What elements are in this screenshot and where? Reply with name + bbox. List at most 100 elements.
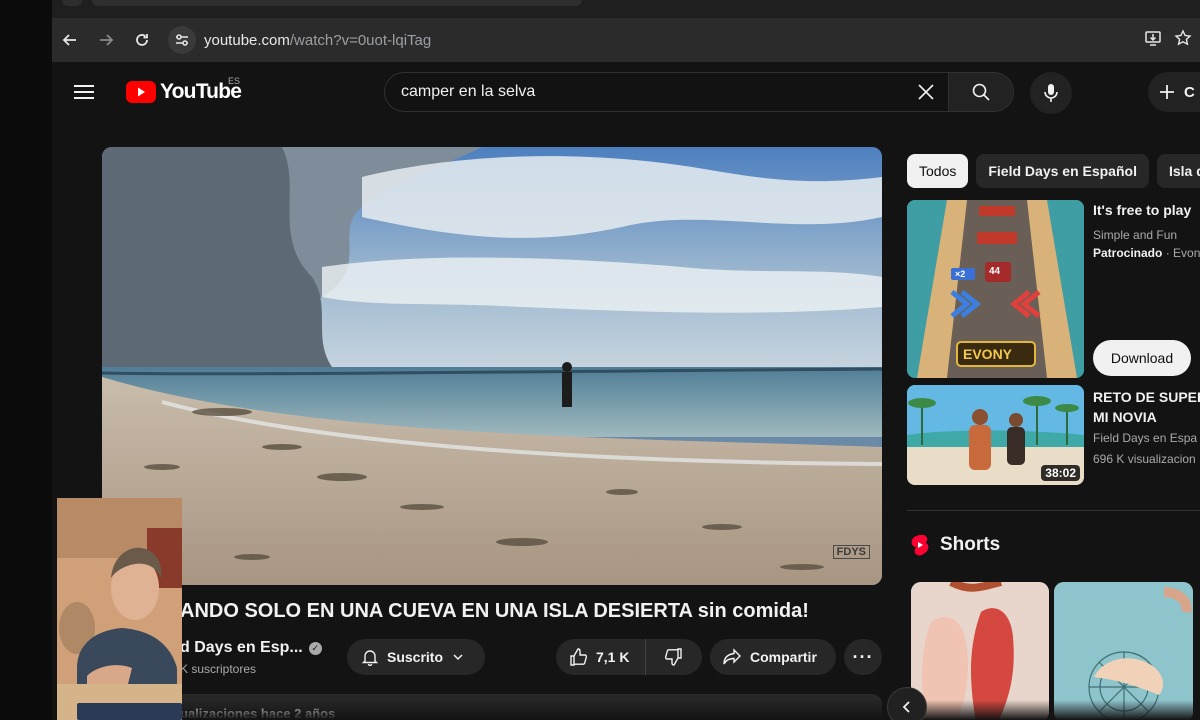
recommended-title-line1: RETO DE SUPER xyxy=(1093,389,1200,405)
close-icon xyxy=(918,84,934,100)
browser-tab-strip xyxy=(52,0,1200,18)
search-icon xyxy=(972,83,990,101)
site-info-button[interactable] xyxy=(168,26,196,54)
recommended-views: 696 K visualizacion xyxy=(1093,452,1196,466)
recommended-title-line2: MI NOVIA xyxy=(1093,409,1157,425)
more-horizontal-icon: ··· xyxy=(852,646,874,667)
youtube-logo[interactable]: YouTube ES xyxy=(126,76,242,104)
section-divider xyxy=(907,510,1200,511)
video-duration: 38:02 xyxy=(1041,465,1080,481)
recommended-channel: Field Days en Espa xyxy=(1093,431,1198,445)
like-button[interactable]: 7,1 K xyxy=(556,639,646,675)
subscribed-button[interactable]: Suscrito xyxy=(347,639,485,675)
browser-tab[interactable] xyxy=(92,0,582,6)
more-actions-button[interactable]: ··· xyxy=(844,639,882,675)
chevron-down-icon xyxy=(453,654,463,661)
shorts-header: Shorts xyxy=(910,534,1000,556)
guide-menu-button[interactable] xyxy=(74,78,102,106)
verified-check-icon: ✓ xyxy=(308,641,322,655)
hamburger-line xyxy=(74,91,94,93)
share-label: Compartir xyxy=(750,649,817,665)
short-thumbnail-shrimp xyxy=(1054,582,1193,720)
channel-watermark: FDYS xyxy=(832,545,870,559)
reload-button[interactable] xyxy=(124,22,160,58)
recommended-thumbnail[interactable]: 38:02 xyxy=(907,385,1084,485)
address-bar[interactable]: youtube.com/watch?v=0uot-lqiTag xyxy=(166,24,1146,56)
bookmark-button[interactable] xyxy=(1174,28,1192,52)
dislike-button[interactable] xyxy=(646,647,701,667)
url-domain: youtube.com xyxy=(204,31,290,49)
description-box[interactable]: ualizaciones hace 2 años xyxy=(170,694,882,720)
url-text: youtube.com/watch?v=0uot-lqiTag xyxy=(204,32,431,49)
youtube-page: YouTube ES C xyxy=(52,62,1200,720)
logo-country-code: ES xyxy=(228,76,241,86)
tune-icon xyxy=(176,34,188,46)
channel-name[interactable]: d Days en Esp... ✓ xyxy=(180,639,322,657)
short-card[interactable] xyxy=(1054,582,1193,720)
search-button[interactable] xyxy=(948,72,1014,112)
ad-download-button[interactable]: Download xyxy=(1093,340,1191,376)
subscriber-count: K suscriptores xyxy=(180,662,257,676)
reload-icon xyxy=(136,34,148,46)
webcam-overlay xyxy=(57,498,182,720)
recommended-title: RETO DE SUPER MI NOVIA xyxy=(1093,387,1200,427)
back-button[interactable] xyxy=(52,22,88,58)
related-filter-chips: Todos Field Days en Español Isla d xyxy=(907,154,1200,188)
sponsor-separator: · xyxy=(1162,246,1174,260)
browser-tab[interactable] xyxy=(62,0,82,6)
ad-sponsor-line: Patrocinado · Evon xyxy=(1093,246,1200,260)
webcam-person-image xyxy=(57,498,182,720)
shorts-label: Shorts xyxy=(940,534,1001,555)
forward-button[interactable] xyxy=(88,22,124,58)
url-path: /watch?v=0uot-lqiTag xyxy=(289,31,432,49)
ad-thumb-logo: EVONY xyxy=(963,346,1013,362)
microphone-icon xyxy=(1044,84,1058,102)
create-label: C xyxy=(1184,83,1195,101)
ad-thumb-multiplier: ×2 xyxy=(955,269,966,279)
like-count: 7,1 K xyxy=(596,649,630,665)
chevron-left-icon xyxy=(902,701,910,713)
bell-icon xyxy=(361,650,379,666)
install-icon xyxy=(1145,30,1161,46)
thumbs-down-icon xyxy=(664,648,682,666)
ad-thumbnail[interactable]: 44 ×2 EVONY xyxy=(907,200,1084,378)
like-dislike-group: 7,1 K xyxy=(556,639,702,675)
plus-icon xyxy=(1160,85,1174,99)
shorts-logo-icon xyxy=(911,535,929,556)
search-input[interactable] xyxy=(401,83,904,101)
shorts-prev-button[interactable] xyxy=(887,687,927,720)
browser-toolbar: youtube.com/watch?v=0uot-lqiTag xyxy=(52,18,1200,62)
clear-search-button[interactable] xyxy=(904,73,948,111)
short-card[interactable] xyxy=(911,582,1049,720)
thumbs-up-icon xyxy=(570,648,588,666)
advertiser-name: Evon xyxy=(1173,246,1200,260)
chip-todos[interactable]: Todos xyxy=(907,154,969,188)
sponsored-ad-card[interactable]: 44 ×2 EVONY It's free to play Simple and… xyxy=(907,200,1200,378)
share-arrow-icon xyxy=(723,648,741,665)
desktop-left-strip xyxy=(0,0,52,720)
create-button[interactable]: C xyxy=(1148,72,1200,112)
channel-name-text: d Days en Esp... xyxy=(180,639,303,656)
chip-isla[interactable]: Isla d xyxy=(1156,154,1200,188)
video-title: ANDO SOLO EN UNA CUEVA EN UNA ISLA DESIE… xyxy=(180,600,809,622)
hamburger-line xyxy=(74,97,94,99)
voice-search-button[interactable] xyxy=(1030,72,1072,114)
ad-subtitle: Simple and Fun xyxy=(1093,228,1178,242)
ad-title: It's free to play xyxy=(1093,202,1192,218)
arrow-right-icon xyxy=(100,34,114,46)
arrow-left-icon xyxy=(62,34,76,46)
hamburger-icon xyxy=(74,85,94,87)
description-meta: ualizaciones hace 2 años xyxy=(180,706,336,720)
short-thumbnail-fish xyxy=(911,582,1049,720)
yt-masthead: YouTube ES C xyxy=(52,62,1200,122)
video-player[interactable]: FDYS xyxy=(102,147,882,585)
search-bar xyxy=(384,72,1014,112)
star-icon xyxy=(1174,28,1192,46)
subscribed-label: Suscrito xyxy=(387,649,444,665)
play-logo-icon xyxy=(126,81,156,103)
chip-channel[interactable]: Field Days en Español xyxy=(976,154,1149,188)
share-button[interactable]: Compartir xyxy=(710,639,836,675)
recommended-video-card[interactable]: 38:02 RETO DE SUPER MI NOVIA Field Days … xyxy=(907,385,1200,485)
install-app-button[interactable] xyxy=(1144,29,1162,52)
video-frame-beach xyxy=(102,147,882,585)
